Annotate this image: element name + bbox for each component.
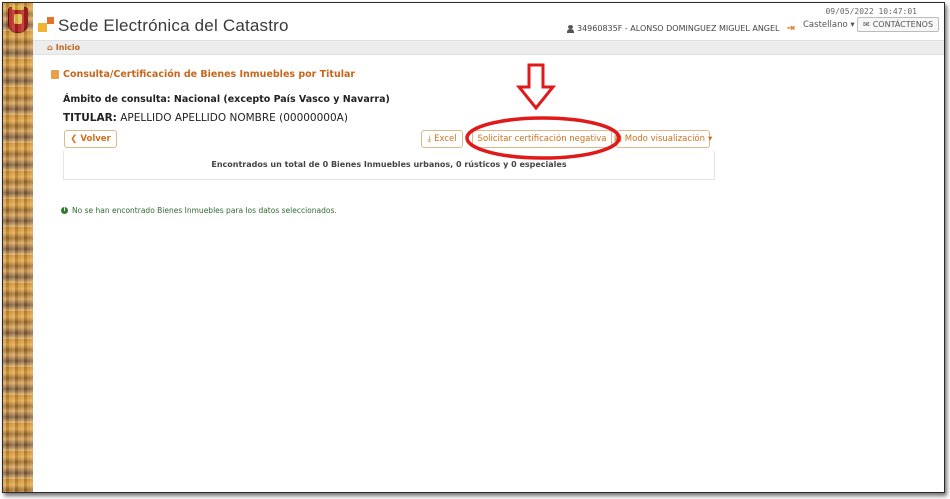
- coat-of-arms-icon: [8, 5, 28, 33]
- excel-label: Excel: [434, 134, 457, 144]
- document-icon: [51, 70, 59, 79]
- view-mode-dropdown[interactable]: ▦ Modo visualización ▾: [614, 130, 713, 148]
- contact-button[interactable]: ✉ CONTÁCTENOS: [857, 17, 940, 32]
- breadcrumb-bar: ⌂ Inicio: [33, 40, 944, 55]
- home-label: Inicio: [55, 43, 81, 52]
- holder-label: TITULAR:: [63, 112, 117, 124]
- decorative-side-strip: [3, 3, 33, 492]
- no-results-message: i No se han encontrado Bienes Inmuebles …: [61, 206, 337, 215]
- home-link[interactable]: ⌂ Inicio: [47, 43, 80, 52]
- info-icon: i: [61, 207, 68, 214]
- home-icon: ⌂: [47, 43, 53, 52]
- scope-line: Ámbito de consulta: Nacional (excepto Pa…: [63, 94, 390, 105]
- section-title: Consulta/Certificación de Bienes Inmuebl…: [51, 69, 355, 80]
- annotation-arrow-icon: [516, 63, 556, 111]
- holder-value: APELLIDO APELLIDO NOMBRE (00000000A): [120, 112, 348, 124]
- caret-down-icon: ▾: [708, 134, 713, 144]
- session-timestamp: 09/05/2022 10:47:01: [825, 7, 917, 16]
- user-info: 34960835F - ALONSO DOMINGUEZ MIGUEL ANGE…: [567, 23, 795, 34]
- logout-icon[interactable]: ⇥: [787, 23, 795, 34]
- user-name: 34960835F - ALONSO DOMINGUEZ MIGUEL ANGE…: [577, 24, 780, 33]
- user-icon: [567, 24, 574, 33]
- chevron-left-icon: ❮: [70, 134, 78, 144]
- no-results-text: No se han encontrado Bienes Inmuebles pa…: [72, 206, 337, 215]
- download-icon: ⤓: [427, 134, 432, 144]
- contact-label: CONTÁCTENOS: [872, 20, 934, 29]
- app-title[interactable]: Sede Electrónica del Catastro: [58, 16, 289, 36]
- language-selector[interactable]: Castellano ▾: [803, 20, 855, 30]
- site-header: Sede Electrónica del Catastro 34960835F …: [33, 3, 944, 41]
- results-summary: Encontrados un total de 0 Bienes Inmuebl…: [211, 160, 567, 169]
- section-title-text: Consulta/Certificación de Bienes Inmuebl…: [63, 69, 356, 80]
- envelope-icon: ✉: [863, 20, 870, 29]
- browser-window: Sede Electrónica del Catastro 34960835F …: [2, 2, 945, 493]
- excel-button[interactable]: ⤓ Excel: [421, 130, 463, 148]
- back-label: Volver: [80, 134, 111, 144]
- annotation-highlight-ellipse: [465, 116, 621, 160]
- catastro-logo-icon[interactable]: [38, 17, 54, 33]
- view-mode-label: Modo visualización: [624, 134, 706, 144]
- back-button[interactable]: ❮ Volver: [64, 130, 117, 148]
- holder-line: TITULAR: APELLIDO APELLIDO NOMBRE (00000…: [63, 112, 348, 124]
